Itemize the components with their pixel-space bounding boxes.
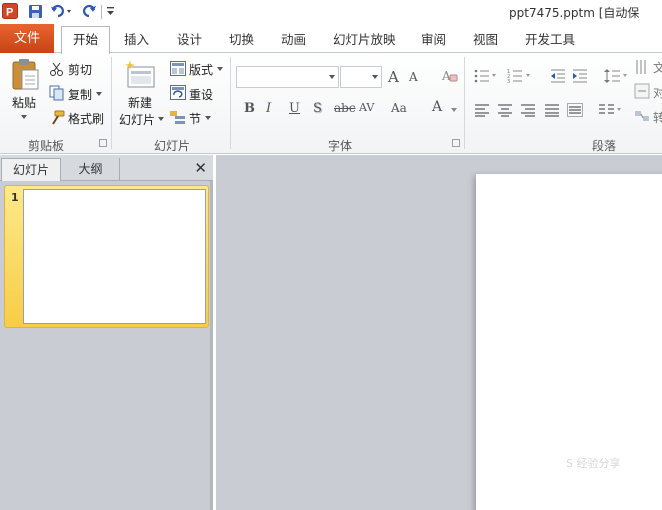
- slides-pane: 幻灯片 大纲 ✕ 1: [0, 155, 213, 510]
- ribbon: 粘贴 剪切 复制 格式刷 剪贴板 新建 幻灯片 版式 重设 节 幻灯片 A A …: [0, 53, 662, 154]
- font-color-button[interactable]: A: [432, 99, 442, 115]
- save-icon[interactable]: [27, 3, 43, 19]
- convert-smartart-label[interactable]: 转: [653, 109, 662, 126]
- text-direction-icon[interactable]: [634, 58, 652, 76]
- layout-dropdown-icon[interactable]: [217, 67, 223, 71]
- powerpoint-icon[interactable]: P: [2, 3, 18, 19]
- char-spacing-button[interactable]: AV: [359, 101, 374, 114]
- qat-separator: [101, 5, 102, 19]
- layout-button[interactable]: 版式: [189, 61, 213, 78]
- align-left-icon[interactable]: [474, 103, 490, 117]
- clear-format-icon[interactable]: A: [441, 67, 459, 85]
- group-divider: [230, 57, 231, 149]
- section-icon: [170, 110, 186, 125]
- shadow-button[interactable]: S: [313, 101, 322, 116]
- tab-review[interactable]: 审阅: [421, 28, 446, 53]
- format-painter-button[interactable]: 格式刷: [68, 110, 104, 127]
- tab-animations[interactable]: 动画: [281, 28, 306, 53]
- chevron-down-icon[interactable]: [372, 75, 378, 79]
- slides-group-label: 幻灯片: [154, 139, 191, 153]
- clipboard-group-label: 剪贴板: [28, 139, 65, 153]
- italic-button[interactable]: I: [266, 101, 271, 116]
- font-name-combo[interactable]: [236, 66, 339, 88]
- align-text-icon[interactable]: [634, 83, 652, 99]
- line-spacing-icon[interactable]: [604, 68, 628, 84]
- format-painter-icon: [49, 110, 65, 126]
- tab-design[interactable]: 设计: [177, 28, 202, 53]
- slide-thumbnail-selected[interactable]: 1: [4, 185, 209, 328]
- new-slide-label-1[interactable]: 新建: [128, 94, 152, 111]
- reset-button[interactable]: 重设: [189, 86, 213, 103]
- copy-icon: [49, 85, 65, 101]
- window-title: ppt7475.pptm [自动保: [509, 6, 640, 20]
- strikethrough-button[interactable]: abc: [334, 101, 356, 115]
- reset-icon: [170, 85, 186, 100]
- tab-home[interactable]: 开始: [61, 26, 110, 54]
- align-text-label[interactable]: 对: [653, 84, 662, 101]
- undo-icon[interactable]: [50, 3, 72, 19]
- columns-icon[interactable]: [598, 103, 622, 117]
- group-divider: [464, 57, 465, 149]
- tab-file[interactable]: 文件: [0, 24, 54, 53]
- tab-transitions[interactable]: 切换: [229, 28, 254, 53]
- pane-tabs: 幻灯片 大纲 ✕: [0, 155, 213, 181]
- clipboard-launcher-icon[interactable]: [99, 139, 107, 147]
- paragraph-group-label: 段落: [592, 139, 617, 153]
- tab-outline-pane[interactable]: 大纲: [62, 158, 120, 181]
- increase-indent-icon[interactable]: [572, 68, 588, 84]
- layout-icon: [170, 61, 186, 76]
- copy-dropdown-icon[interactable]: [96, 92, 102, 96]
- section-button[interactable]: 节: [189, 110, 201, 127]
- paste-button[interactable]: 粘贴: [12, 94, 36, 111]
- slide-number: 1: [11, 191, 19, 204]
- title-bar: P ppt7475.pptm [自动保: [0, 0, 662, 24]
- distributed-icon[interactable]: [567, 103, 583, 117]
- slide-thumbnail[interactable]: [23, 189, 206, 324]
- chevron-down-icon[interactable]: [329, 75, 335, 79]
- shrink-font-icon[interactable]: A: [409, 70, 418, 84]
- close-icon[interactable]: ✕: [194, 159, 207, 177]
- underline-button[interactable]: U: [289, 101, 300, 116]
- paste-icon[interactable]: [10, 57, 40, 91]
- paste-dropdown-icon[interactable]: [20, 114, 28, 120]
- font-group-label: 字体: [328, 139, 353, 153]
- align-right-icon[interactable]: [520, 103, 536, 117]
- font-size-combo[interactable]: [340, 66, 382, 88]
- chevron-down-icon[interactable]: [451, 108, 457, 112]
- font-launcher-icon[interactable]: [452, 139, 460, 147]
- new-slide-dropdown-icon[interactable]: [158, 117, 164, 121]
- tab-developer[interactable]: 开发工具: [525, 28, 575, 53]
- bold-button[interactable]: B: [244, 101, 255, 116]
- watermark: S 经验分享: [566, 457, 621, 470]
- new-slide-label-2[interactable]: 幻灯片: [119, 111, 155, 128]
- customize-qat-icon[interactable]: [106, 3, 116, 19]
- smartart-icon[interactable]: [634, 108, 652, 124]
- change-case-button[interactable]: Aa: [391, 101, 407, 115]
- new-slide-icon[interactable]: [124, 59, 156, 89]
- bullets-icon[interactable]: [474, 68, 496, 84]
- group-divider: [111, 57, 112, 149]
- tab-view[interactable]: 视图: [473, 28, 498, 53]
- redo-icon[interactable]: [82, 3, 98, 19]
- ribbon-tabs: 文件 开始 插入 设计 切换 动画 幻灯片放映 审阅 视图 开发工具: [0, 24, 662, 54]
- tab-slides-pane[interactable]: 幻灯片: [1, 158, 61, 181]
- copy-button[interactable]: 复制: [68, 86, 92, 103]
- align-center-icon[interactable]: [497, 103, 513, 117]
- numbering-icon[interactable]: 123: [507, 68, 533, 84]
- svg-text:P: P: [6, 7, 13, 19]
- scissors-icon: [49, 61, 65, 77]
- cut-button[interactable]: 剪切: [68, 61, 92, 78]
- grow-font-icon[interactable]: A: [388, 68, 399, 86]
- justify-icon[interactable]: [544, 103, 560, 117]
- tab-insert[interactable]: 插入: [124, 28, 149, 53]
- tab-slideshow[interactable]: 幻灯片放映: [333, 28, 396, 53]
- svg-text:3: 3: [507, 79, 510, 84]
- decrease-indent-icon[interactable]: [550, 68, 566, 84]
- section-dropdown-icon[interactable]: [205, 116, 211, 120]
- text-direction-label[interactable]: 文: [653, 59, 662, 76]
